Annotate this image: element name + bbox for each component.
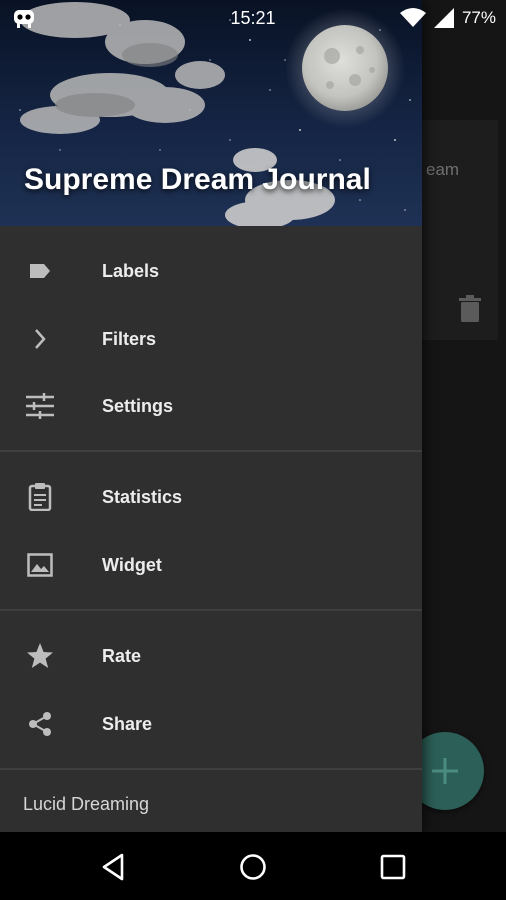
menu-item-share[interactable]: Share [0,691,422,757]
home-button[interactable] [236,850,270,884]
divider [0,450,422,452]
menu-item-rate[interactable]: Rate [0,623,422,689]
menu-item-labels[interactable]: Labels [0,238,422,304]
divider [0,768,422,770]
trash-icon[interactable] [458,295,482,323]
dream-entry-text: eam [426,160,460,179]
home-icon [240,854,266,880]
share-icon [24,708,56,740]
status-bar: 15:21 77% [0,0,506,36]
menu-label-statistics: Statistics [102,486,183,507]
back-button[interactable] [96,850,130,884]
menu-item-filters[interactable]: Filters [0,306,422,372]
menu-label-widget: Widget [102,554,162,575]
menu-label-filters: Filters [102,328,157,349]
divider [0,609,422,611]
clipboard-icon [24,481,56,513]
label-tag-icon [24,255,56,287]
recents-icon [380,854,406,880]
system-nav-bar [0,832,506,900]
signal-icon [433,8,454,28]
wifi-icon [399,8,426,27]
back-icon [102,853,124,881]
menu-label-share: Share [102,713,153,734]
plus-icon [432,758,458,784]
menu-label-labels: Labels [102,260,160,281]
recents-button[interactable] [376,850,410,884]
chevron-right-icon [24,323,56,355]
navigation-drawer: Supreme Dream Journal Labels Filters Set… [0,0,422,832]
menu-item-settings[interactable]: Settings [0,373,422,439]
menu-item-widget[interactable]: Widget [0,532,422,598]
menu-item-statistics[interactable]: Statistics [0,464,422,530]
app-title: Supreme Dream Journal [24,163,371,196]
sliders-icon [24,390,56,422]
battery-percent: 77% [461,8,496,27]
menu-label-rate: Rate [102,645,142,666]
image-icon [24,549,56,581]
menu-label-settings: Settings [102,395,174,416]
star-icon [24,640,56,672]
section-header-lucid-dreaming: Lucid Dreaming [23,794,150,814]
status-right: 77% [399,8,496,28]
